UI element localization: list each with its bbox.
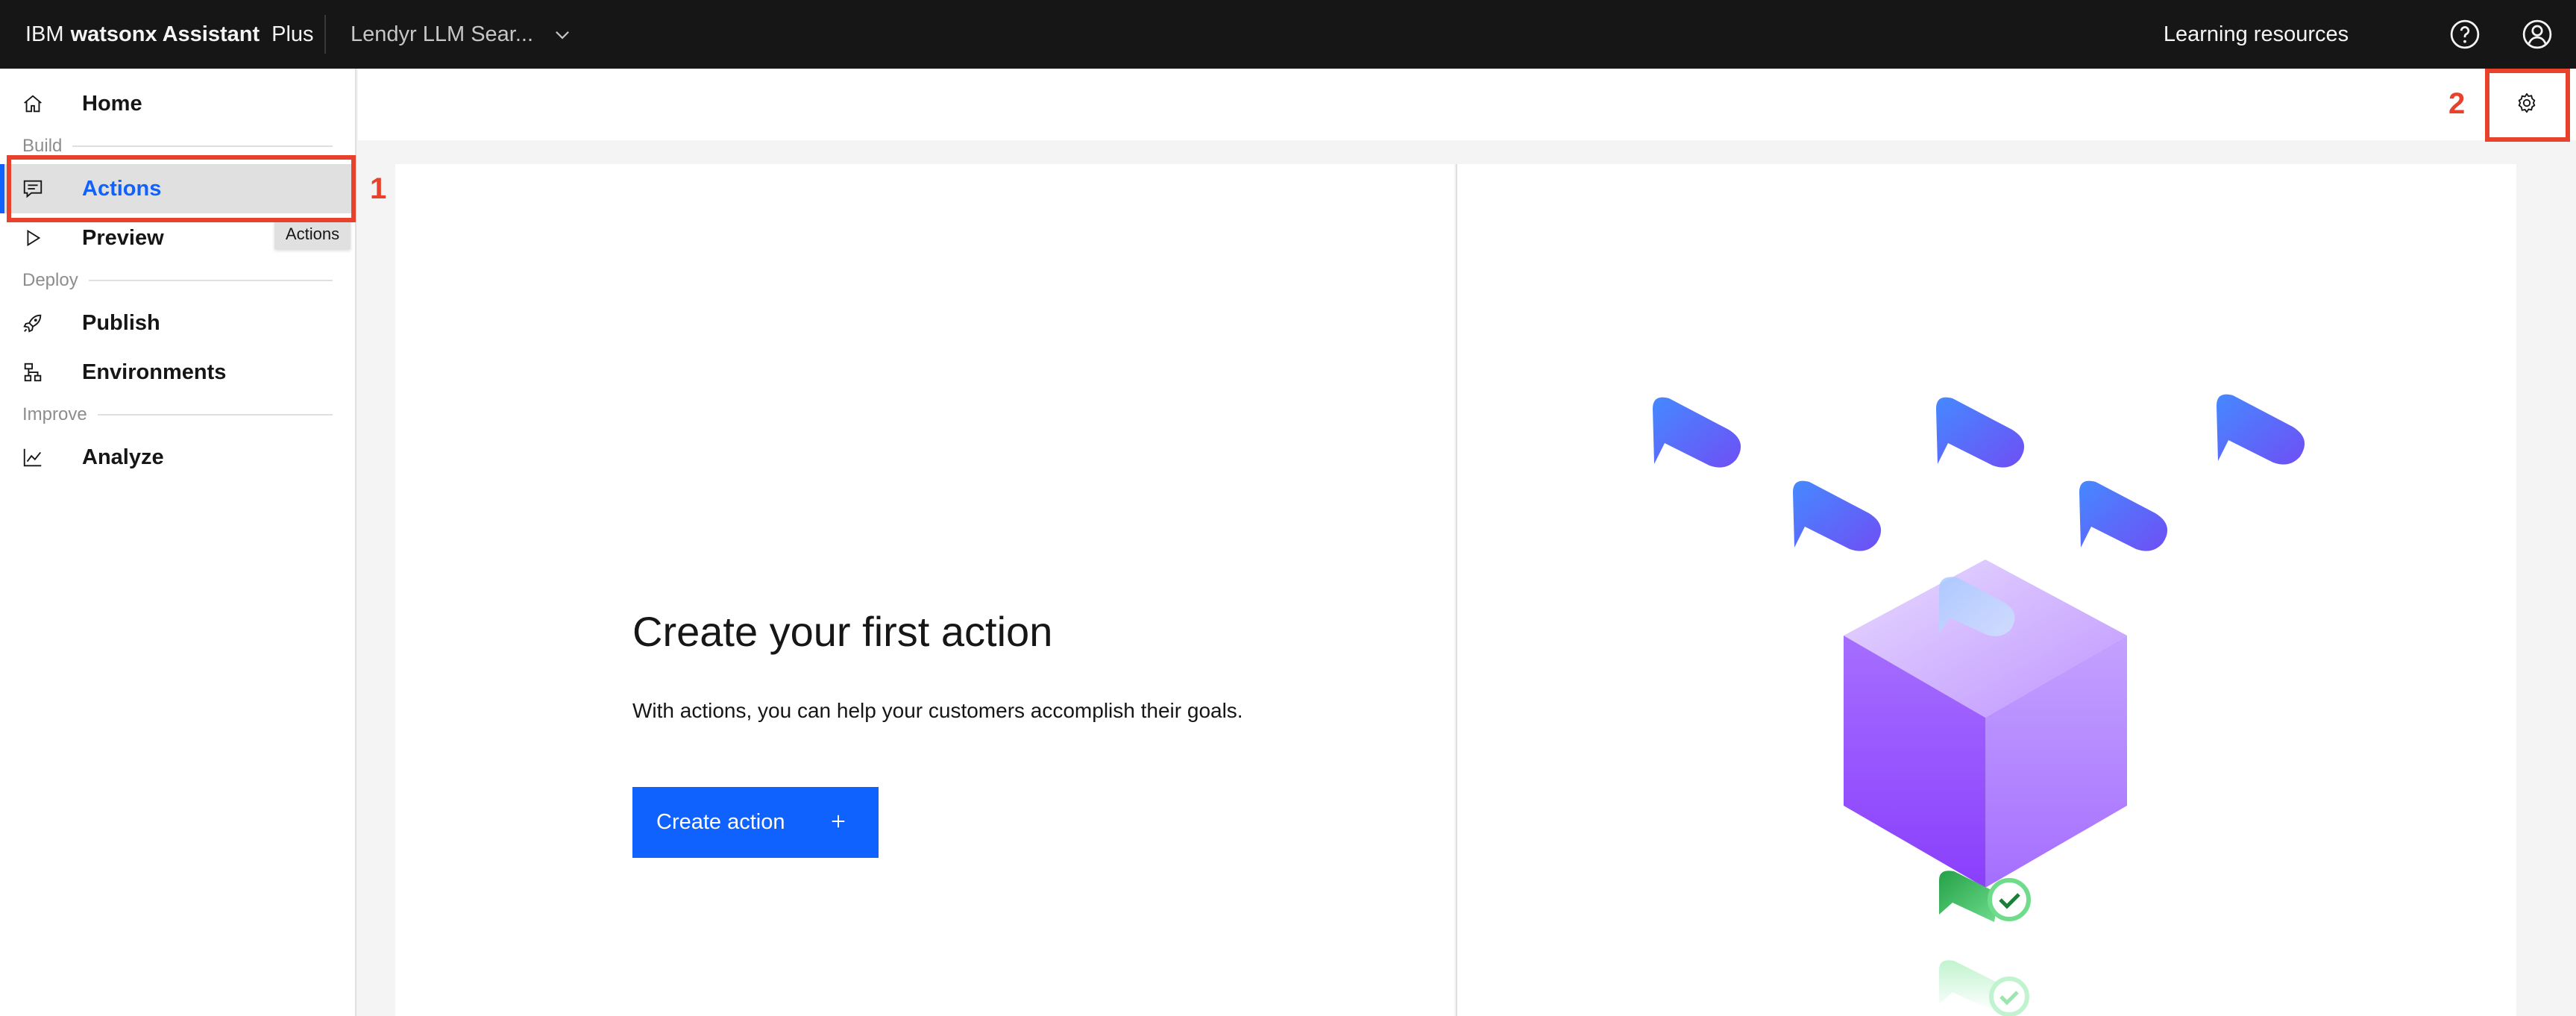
chat-bubble-icon [1793, 480, 1882, 551]
annotation-number-1: 1 [370, 172, 387, 205]
plan-label: Plus [271, 22, 314, 46]
section-label: Improve [22, 404, 87, 424]
chart-line-icon [21, 445, 45, 469]
empty-state-description: With actions, you can help your customer… [632, 699, 1243, 722]
empty-state-card [395, 164, 1454, 1016]
annotation-box-actions [7, 155, 356, 222]
rocket-icon [21, 311, 45, 335]
chat-bubble-icon [2217, 394, 2305, 465]
chat-bubble-icon [2079, 480, 2168, 551]
section-divider [88, 280, 333, 281]
project-name: Lendyr LLM Sear... [351, 22, 534, 46]
sidebar-item-publish[interactable]: Publish [0, 298, 355, 348]
plus-icon [826, 809, 850, 833]
play-icon [21, 226, 45, 250]
section-divider [97, 414, 333, 416]
annotation-box-settings [2485, 69, 2570, 142]
sidebar-item-environments[interactable]: Environments [0, 348, 355, 397]
create-action-button[interactable]: Create action [632, 787, 879, 858]
product-brand[interactable]: IBM watsonx Assistant Plus [25, 0, 314, 69]
top-header: IBM watsonx Assistant Plus Lendyr LLM Se… [0, 0, 2576, 69]
create-action-label: Create action [656, 810, 785, 834]
content-toolbar [358, 69, 2576, 140]
header-divider [324, 15, 326, 54]
section-divider [72, 145, 333, 147]
brand-prefix: IBM [25, 22, 64, 46]
actions-tooltip: Actions [274, 219, 351, 249]
user-avatar-icon[interactable] [2518, 15, 2557, 54]
sidebar-item-analyze[interactable]: Analyze [0, 433, 355, 482]
cube-icon [1844, 559, 2127, 888]
sidebar-item-label: Environments [82, 360, 227, 384]
help-icon[interactable] [2445, 15, 2484, 54]
chat-bubble-icon [1653, 397, 1741, 468]
page-title: Create your first action [632, 608, 1053, 655]
section-improve: Improve [22, 404, 333, 426]
chevron-down-icon [553, 25, 572, 44]
learning-resources-link[interactable]: Learning resources [2142, 0, 2370, 69]
sidebar-item-home[interactable]: Home [0, 79, 355, 128]
sidebar-item-label: Preview [82, 225, 164, 250]
section-build: Build [22, 135, 333, 157]
actions-illustration [1653, 394, 2305, 1016]
chat-bubble-icon [1936, 397, 2025, 468]
section-label: Build [22, 136, 63, 156]
home-icon [21, 92, 45, 116]
brand-name: watsonx Assistant [70, 22, 260, 46]
annotation-number-2: 2 [2448, 87, 2466, 120]
sidebar-item-label: Analyze [82, 445, 164, 469]
hierarchy-icon [21, 360, 45, 384]
section-deploy: Deploy [22, 269, 333, 292]
checkmark-bubble-icon [1939, 960, 2029, 1016]
section-label: Deploy [22, 270, 78, 290]
sidebar-item-label: Publish [82, 310, 160, 335]
sidebar-item-label: Home [82, 91, 142, 116]
project-switcher[interactable]: Lendyr LLM Sear... [351, 0, 572, 69]
